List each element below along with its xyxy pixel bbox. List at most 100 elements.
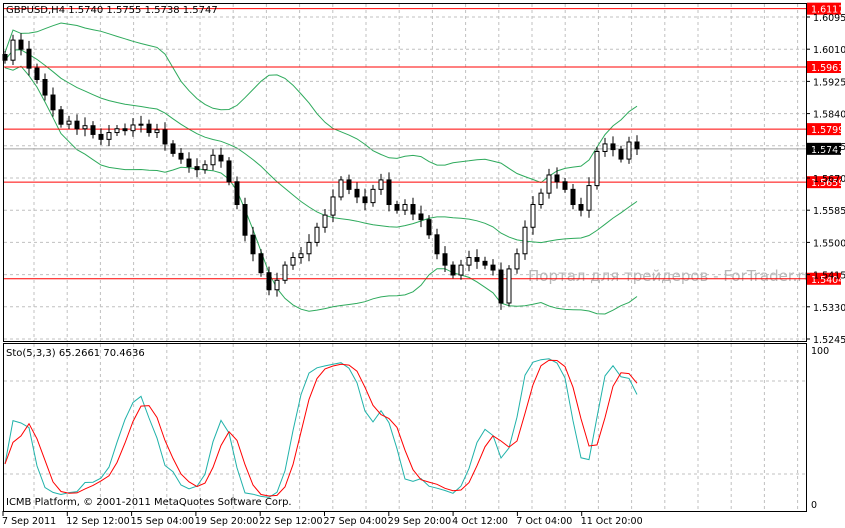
time-label: 12 Sep 12:00 xyxy=(66,516,129,527)
candle-body xyxy=(242,204,248,236)
candle-body xyxy=(610,143,616,151)
candle-body xyxy=(530,204,536,228)
main-plot-frame xyxy=(3,3,807,342)
candle-body xyxy=(506,268,512,304)
price-tick-label: 1.6095 xyxy=(813,13,845,24)
candle-body xyxy=(466,257,472,266)
candle-body xyxy=(394,204,400,211)
time-label: 19 Sep 20:00 xyxy=(195,516,258,527)
candle-body xyxy=(98,133,104,140)
candle-body xyxy=(578,204,584,211)
candle-body xyxy=(362,196,368,204)
candle-body xyxy=(458,264,464,276)
price-tick-label: 1.5670 xyxy=(813,174,845,185)
price-chart[interactable]: Портал для трейдеров - ForTrader.ru 1.61… xyxy=(0,0,845,528)
candle-body xyxy=(66,120,72,125)
candle-body xyxy=(266,272,272,291)
watermark: Портал для трейдеров - ForTrader.ru xyxy=(528,267,813,285)
candle-body xyxy=(546,174,552,194)
candle-body xyxy=(338,179,344,198)
candle-body xyxy=(10,39,16,61)
price-tick-label: 1.5585 xyxy=(813,206,845,217)
candle-body xyxy=(522,226,528,255)
time-label: 27 Sep 04:00 xyxy=(324,516,387,527)
price-tick-label: 1.5755 xyxy=(813,142,845,153)
candle-body xyxy=(410,204,416,215)
candle-body xyxy=(114,128,120,134)
candle-body xyxy=(226,160,232,183)
candle-body xyxy=(562,181,568,190)
candle-body xyxy=(90,125,96,135)
candle-body xyxy=(178,152,184,160)
bollinger-middle-band xyxy=(4,49,638,244)
time-axis[interactable]: 7 Sep 2011 12 Sep 12:00 15 Sep 04:00 19 Sep… xyxy=(2,511,643,527)
candle-body xyxy=(538,192,544,206)
candle-body xyxy=(490,264,496,271)
candle-body xyxy=(194,166,200,171)
candle-body xyxy=(314,226,320,243)
candle-body xyxy=(290,257,296,266)
time-label: 7 Oct 04:00 xyxy=(516,516,572,527)
candle-body xyxy=(210,154,216,166)
candle-body xyxy=(570,188,576,206)
time-label: 11 Oct 20:00 xyxy=(581,516,643,527)
indicator-scale-top: 100 xyxy=(811,346,829,357)
candle-body xyxy=(250,234,256,255)
candle-body xyxy=(154,129,160,134)
candle-body xyxy=(618,149,624,160)
candle-body xyxy=(346,179,352,190)
copyright: ICMB Platform, © 2001-2011 MetaQuotes So… xyxy=(6,497,292,508)
indicator-label: Sto(5,3,3) 65.2661 70.4636 xyxy=(6,348,145,359)
price-tick-label: 1.5330 xyxy=(813,303,845,314)
candle-body xyxy=(122,128,128,132)
candle-body xyxy=(34,67,40,81)
symbol-info: GBPUSD,H4 1.5740 1.5755 1.5738 1.5747 xyxy=(6,5,218,16)
candle-body xyxy=(138,123,144,126)
grid xyxy=(4,4,806,511)
candle-body xyxy=(634,141,640,150)
candle-body xyxy=(186,158,192,168)
bollinger-upper-band xyxy=(4,22,638,184)
time-label: 29 Sep 20:00 xyxy=(388,516,451,527)
candle-body xyxy=(18,39,24,50)
price-tick-label: 1.5245 xyxy=(813,335,845,346)
candle-body xyxy=(146,123,152,134)
price-tick-label: 1.5500 xyxy=(813,238,845,249)
candle-body xyxy=(258,253,264,274)
candle-body xyxy=(434,234,440,255)
price-tick-label: 1.5415 xyxy=(813,271,845,282)
candle-body xyxy=(202,164,208,171)
candle-body xyxy=(602,143,608,152)
candle-body xyxy=(58,109,64,125)
candle-body xyxy=(218,154,224,162)
stochastic-main-line xyxy=(4,358,638,498)
candle-body xyxy=(386,179,392,206)
price-tick-label: 1.5925 xyxy=(813,77,845,88)
candle-body xyxy=(74,120,80,130)
candle-body xyxy=(474,257,480,262)
candle-body xyxy=(170,143,176,154)
indicator-scale-bottom: 0 xyxy=(811,500,817,511)
indicator-plot-frame xyxy=(3,343,807,512)
candle-body xyxy=(626,141,632,160)
candle-body xyxy=(450,264,456,276)
time-label: 4 Oct 12:00 xyxy=(452,516,508,527)
candle-body xyxy=(42,79,48,96)
candle-body xyxy=(482,260,488,266)
candle-body xyxy=(378,179,384,190)
candle-body xyxy=(306,241,312,255)
candle-body xyxy=(514,253,520,270)
candle-body xyxy=(82,125,88,130)
level-price-label: 1.5963 xyxy=(811,63,844,74)
candle-body xyxy=(594,150,600,187)
candle-body xyxy=(418,213,424,221)
candle-body xyxy=(426,219,432,236)
candle-body xyxy=(50,94,56,111)
candle-body xyxy=(322,214,328,228)
candle-body xyxy=(354,188,360,198)
time-label: 22 Sep 12:00 xyxy=(259,516,322,527)
candle-body xyxy=(586,185,592,211)
candle-body xyxy=(402,204,408,211)
horizontal-levels[interactable]: 1.61171.59631.57991.56591.54041.5747 xyxy=(4,2,844,286)
candle-body xyxy=(442,253,448,266)
